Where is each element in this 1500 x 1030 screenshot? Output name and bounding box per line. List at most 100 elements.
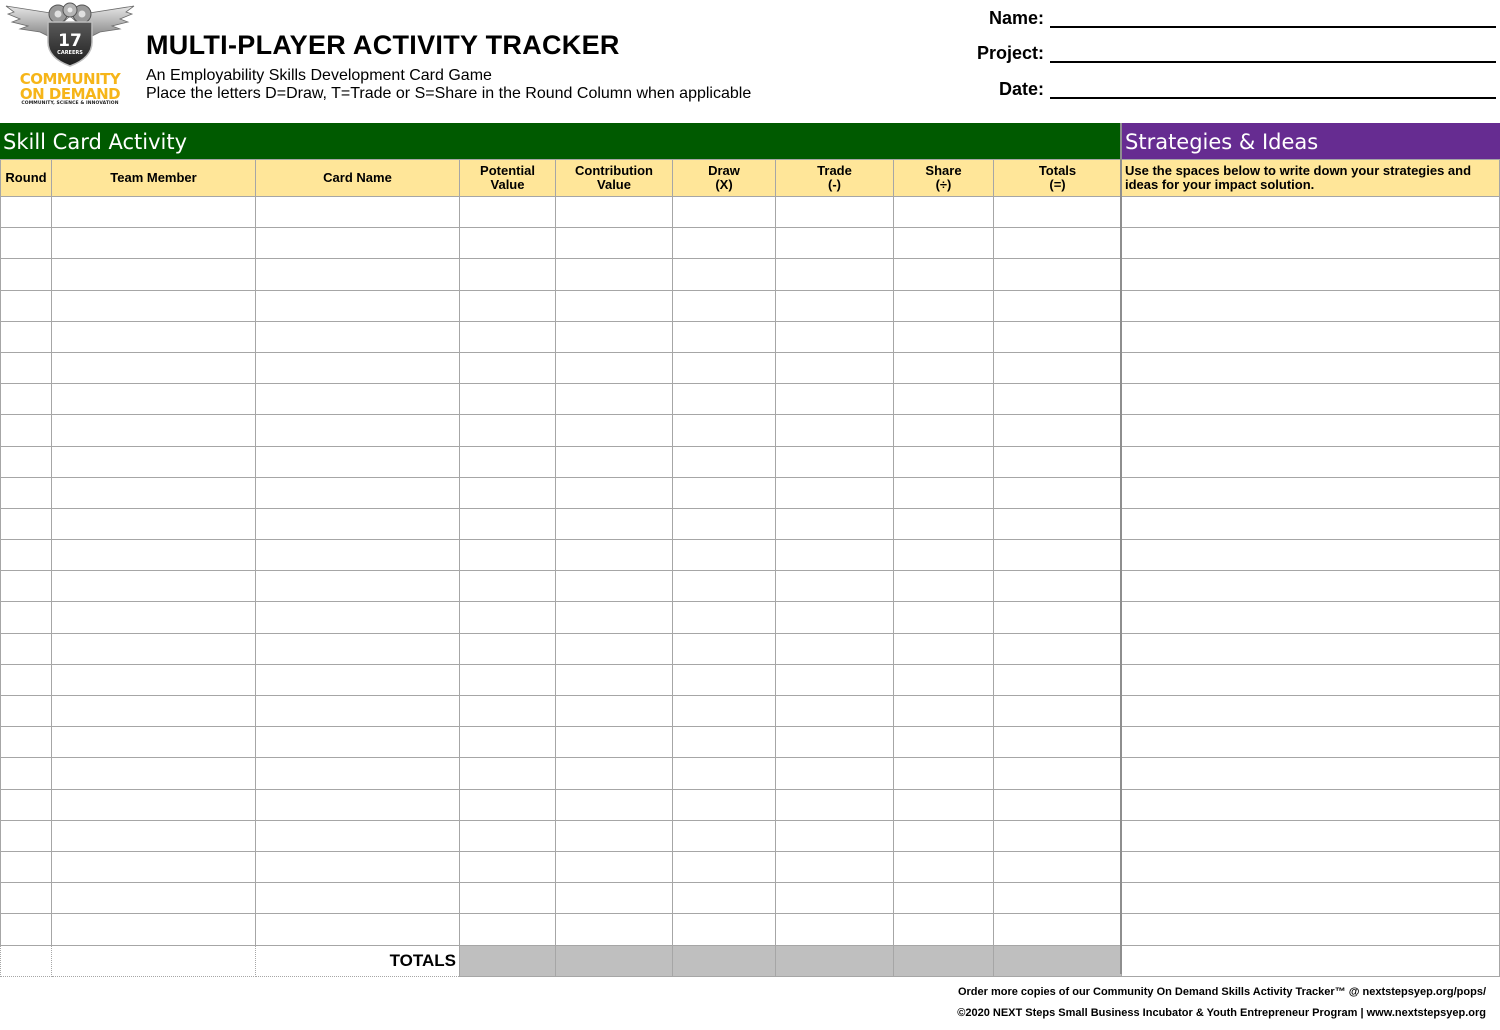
card-name-cell[interactable] (255, 445, 460, 478)
potential-value-cell[interactable] (459, 476, 556, 509)
potential-value-cell[interactable] (459, 289, 556, 322)
totals-draw-cell[interactable] (672, 944, 776, 977)
round-cell[interactable] (0, 351, 52, 385)
round-cell[interactable] (0, 414, 52, 447)
strategy-cell[interactable] (1121, 258, 1500, 291)
name-field[interactable]: Name: (940, 4, 1496, 28)
share-cell[interactable] (893, 383, 994, 416)
trade-cell[interactable] (775, 289, 894, 322)
contribution-value-cell[interactable] (555, 570, 673, 603)
card-name-cell[interactable] (255, 320, 460, 353)
trade-cell[interactable] (775, 476, 894, 509)
contribution-value-cell[interactable] (555, 850, 673, 884)
draw-cell[interactable] (672, 258, 776, 291)
totals-cell[interactable] (993, 383, 1122, 416)
totals-cell[interactable] (993, 507, 1122, 541)
team-member-cell[interactable] (51, 819, 256, 852)
round-cell[interactable] (0, 819, 52, 852)
team-member-cell[interactable] (51, 320, 256, 353)
round-cell[interactable] (0, 757, 52, 790)
team-member-cell[interactable] (51, 850, 256, 884)
draw-cell[interactable] (672, 913, 776, 946)
trade-cell[interactable] (775, 383, 894, 416)
totals-round-cell[interactable] (0, 944, 52, 977)
totals-cell[interactable] (993, 570, 1122, 603)
contribution-value-cell[interactable] (555, 726, 673, 759)
draw-cell[interactable] (672, 788, 776, 821)
team-member-cell[interactable] (51, 227, 256, 260)
trade-cell[interactable] (775, 570, 894, 603)
card-name-cell[interactable] (255, 757, 460, 790)
team-member-cell[interactable] (51, 195, 256, 229)
strategy-cell[interactable] (1121, 320, 1500, 353)
strategy-cell[interactable] (1121, 632, 1500, 665)
team-member-cell[interactable] (51, 414, 256, 447)
round-cell[interactable] (0, 663, 52, 697)
share-cell[interactable] (893, 507, 994, 541)
contribution-value-cell[interactable] (555, 195, 673, 229)
team-member-cell[interactable] (51, 445, 256, 478)
share-cell[interactable] (893, 632, 994, 665)
strategy-cell[interactable] (1121, 757, 1500, 790)
trade-cell[interactable] (775, 601, 894, 634)
share-cell[interactable] (893, 258, 994, 291)
contribution-value-cell[interactable] (555, 694, 673, 728)
trade-cell[interactable] (775, 539, 894, 572)
strategy-cell[interactable] (1121, 788, 1500, 821)
contribution-value-cell[interactable] (555, 351, 673, 385)
strategy-cell[interactable] (1121, 507, 1500, 541)
card-name-cell[interactable] (255, 819, 460, 852)
totals-cell[interactable] (993, 289, 1122, 322)
card-name-cell[interactable] (255, 601, 460, 634)
strategy-cell[interactable] (1121, 539, 1500, 572)
team-member-cell[interactable] (51, 351, 256, 385)
totals-cell[interactable] (993, 351, 1122, 385)
contribution-value-cell[interactable] (555, 819, 673, 852)
team-member-cell[interactable] (51, 601, 256, 634)
trade-cell[interactable] (775, 726, 894, 759)
round-cell[interactable] (0, 632, 52, 665)
totals-cell[interactable] (993, 258, 1122, 291)
card-name-cell[interactable] (255, 351, 460, 385)
project-line[interactable] (1050, 61, 1496, 63)
potential-value-cell[interactable] (459, 694, 556, 728)
share-cell[interactable] (893, 445, 994, 478)
round-cell[interactable] (0, 383, 52, 416)
trade-cell[interactable] (775, 320, 894, 353)
share-cell[interactable] (893, 757, 994, 790)
potential-value-cell[interactable] (459, 819, 556, 852)
contribution-value-cell[interactable] (555, 913, 673, 946)
team-member-cell[interactable] (51, 507, 256, 541)
totals-cell[interactable] (993, 539, 1122, 572)
totals-cell[interactable] (993, 757, 1122, 790)
card-name-cell[interactable] (255, 913, 460, 946)
draw-cell[interactable] (672, 757, 776, 790)
contribution-value-cell[interactable] (555, 539, 673, 572)
strategy-cell[interactable] (1121, 694, 1500, 728)
round-cell[interactable] (0, 258, 52, 291)
draw-cell[interactable] (672, 414, 776, 447)
draw-cell[interactable] (672, 819, 776, 852)
trade-cell[interactable] (775, 414, 894, 447)
potential-value-cell[interactable] (459, 414, 556, 447)
totals-cell[interactable] (993, 882, 1122, 915)
potential-value-cell[interactable] (459, 320, 556, 353)
share-cell[interactable] (893, 351, 994, 385)
contribution-value-cell[interactable] (555, 227, 673, 260)
potential-value-cell[interactable] (459, 632, 556, 665)
draw-cell[interactable] (672, 663, 776, 697)
strategy-cell[interactable] (1121, 913, 1500, 946)
totals-cell[interactable] (993, 445, 1122, 478)
round-cell[interactable] (0, 601, 52, 634)
potential-value-cell[interactable] (459, 726, 556, 759)
card-name-cell[interactable] (255, 788, 460, 821)
trade-cell[interactable] (775, 913, 894, 946)
totals-cell[interactable] (993, 414, 1122, 447)
strategy-cell[interactable] (1121, 227, 1500, 260)
card-name-cell[interactable] (255, 383, 460, 416)
draw-cell[interactable] (672, 195, 776, 229)
draw-cell[interactable] (672, 383, 776, 416)
strategy-cell[interactable] (1121, 819, 1500, 852)
team-member-cell[interactable] (51, 694, 256, 728)
draw-cell[interactable] (672, 850, 776, 884)
